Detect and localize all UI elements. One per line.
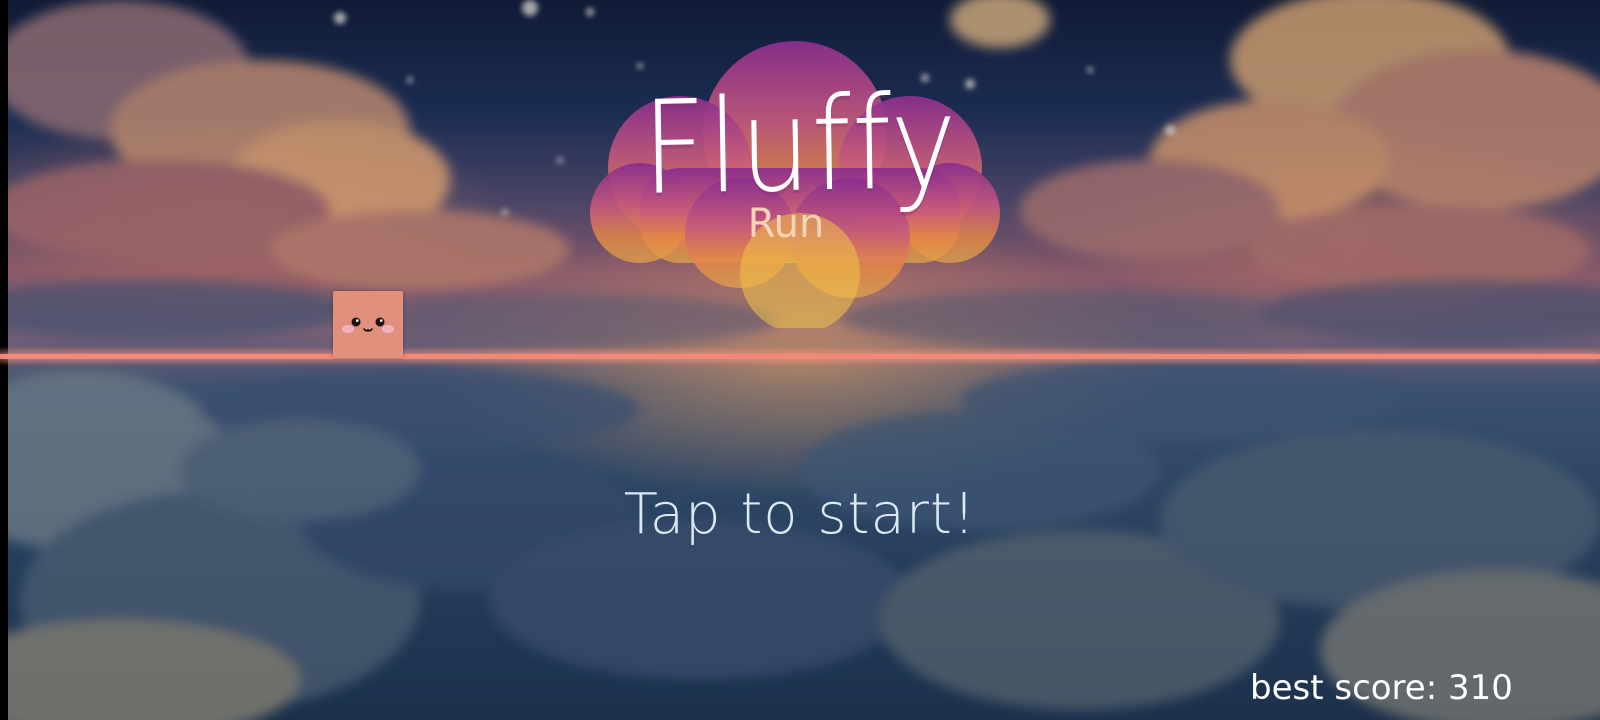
best-score-label: best score: — [1250, 668, 1438, 708]
tap-to-start-prompt[interactable]: Tap to start! — [0, 482, 1600, 547]
game-logo: Fluffy Run — [580, 38, 1020, 328]
player-character — [333, 291, 403, 358]
ground-line — [0, 354, 1600, 359]
best-score: best score: 310 — [1250, 668, 1513, 708]
game-subtitle: Run — [747, 201, 825, 247]
game-screen[interactable]: Fluffy Run Tap to start! best score: 310 — [0, 0, 1600, 720]
best-score-value: 310 — [1447, 668, 1513, 708]
fluffy-square-character-icon — [342, 317, 394, 333]
game-title: Fluffy — [641, 68, 959, 224]
